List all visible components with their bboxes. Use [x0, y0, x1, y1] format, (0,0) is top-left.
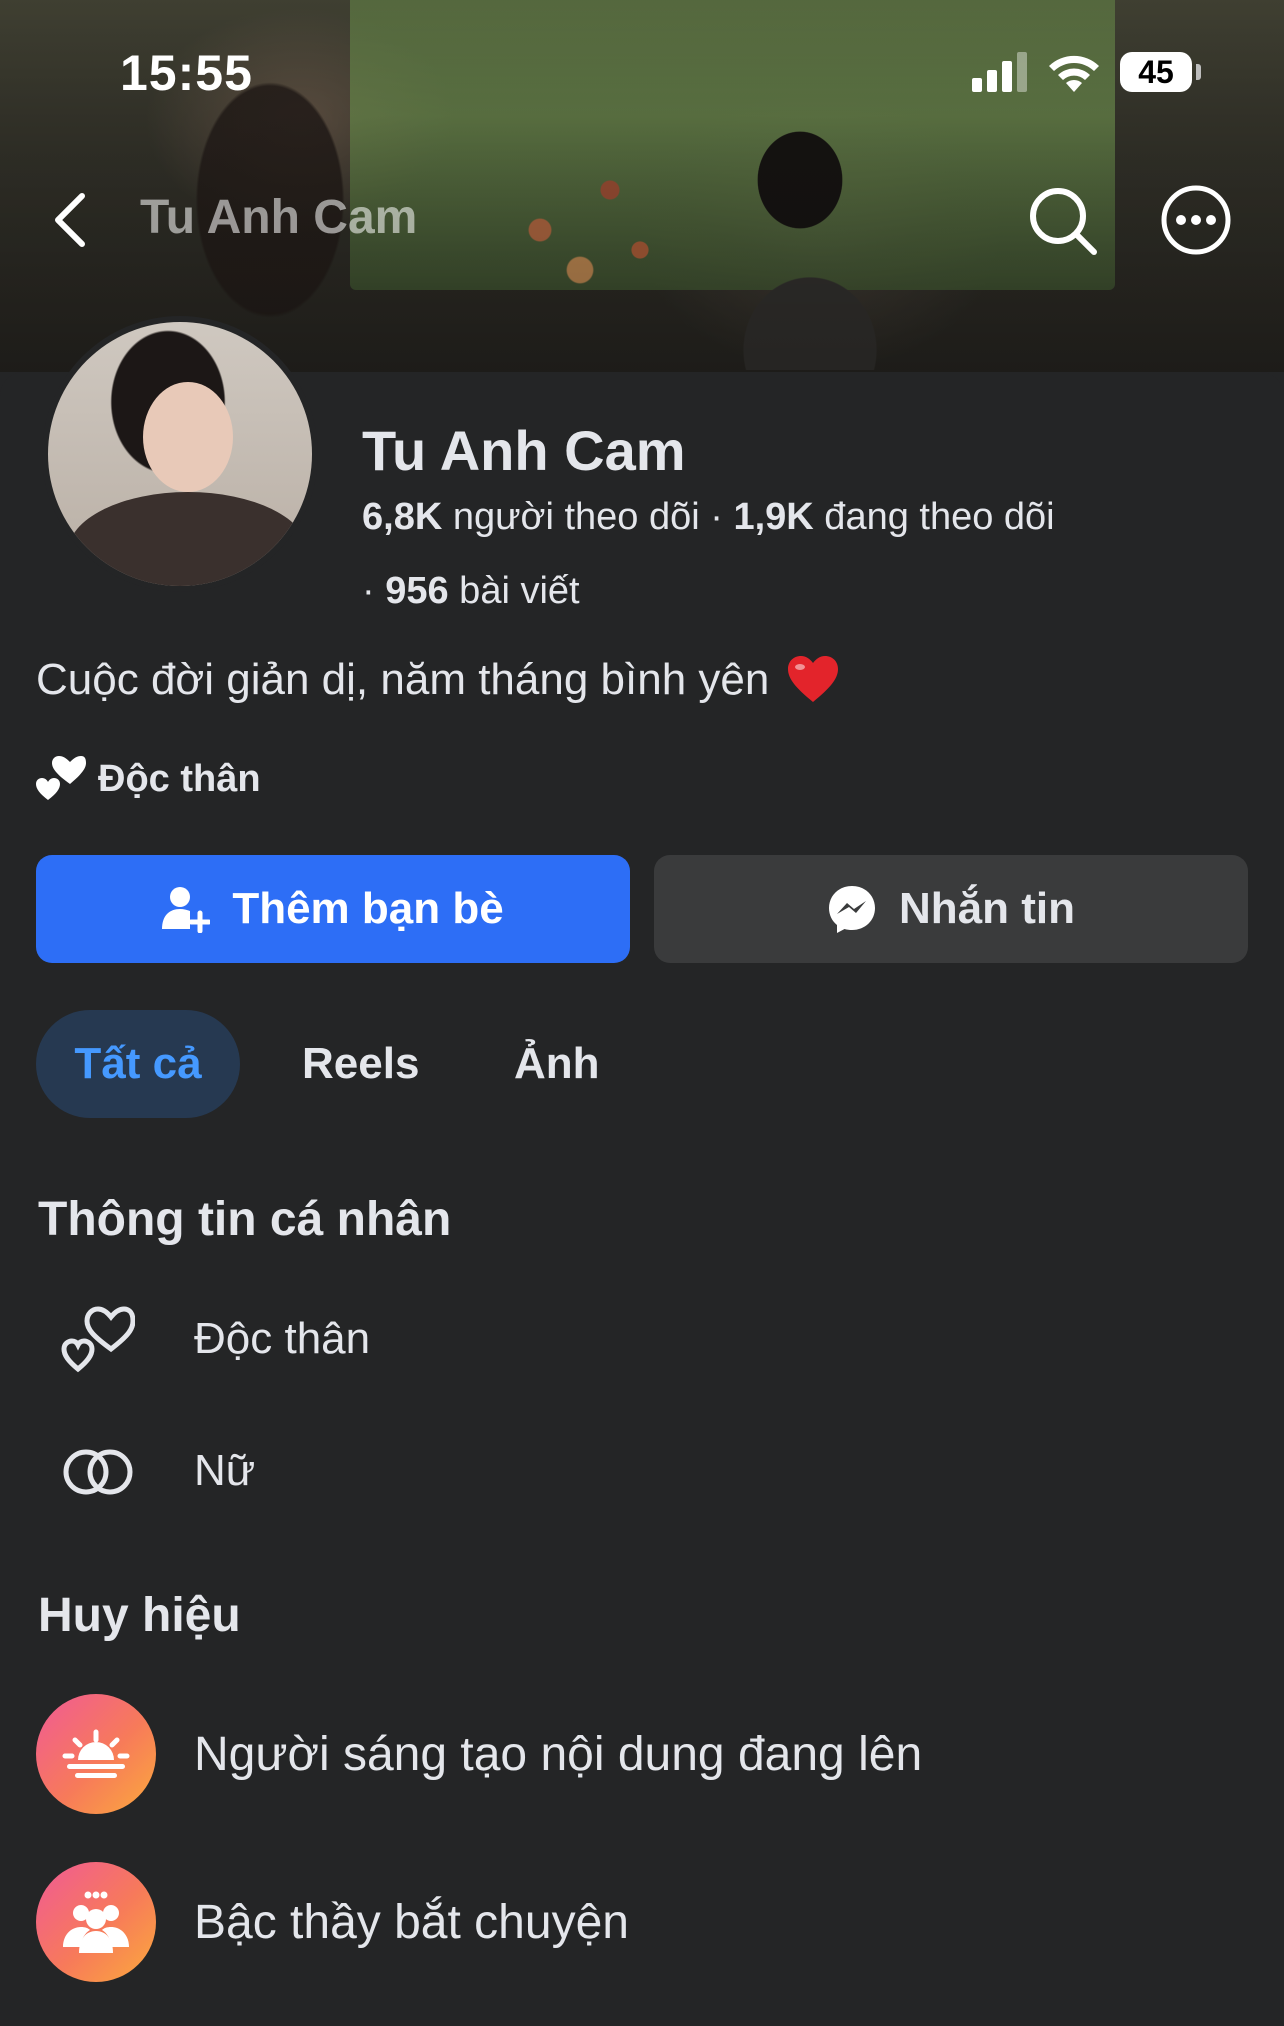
gender-icon — [63, 1449, 133, 1495]
sunrise-icon — [62, 1729, 130, 1778]
info-gender-text: Nữ — [194, 1446, 256, 1495]
posts-prefix: · — [362, 570, 386, 612]
hearts-icon — [36, 756, 86, 800]
profile-name: Tu Anh Cam — [362, 419, 686, 482]
message-button[interactable]: Nhắn tin — [654, 855, 1248, 963]
posts-label: bài viết — [448, 570, 580, 612]
badges-title: Huy hiệu — [38, 1589, 241, 1642]
add-friend-label: Thêm bạn bè — [232, 884, 504, 933]
relationship-status: Độc thân — [36, 756, 261, 802]
bio-text: Cuộc đời giản dị, năm tháng bình yên — [36, 655, 770, 704]
battery-icon: 45 — [1120, 52, 1192, 92]
cellular-signal-icon — [972, 52, 1027, 92]
following-count[interactable]: 1,9K — [733, 496, 813, 538]
posts-count: 956 — [385, 570, 449, 612]
info-row-relationship: Độc thân — [58, 1300, 370, 1380]
red-heart-icon — [787, 656, 838, 702]
badge-rising-creator-text: Người sáng tạo nội dung đang lên — [194, 1727, 923, 1781]
search-icon[interactable] — [1024, 182, 1100, 258]
tab-all[interactable]: Tất cả — [36, 1010, 240, 1118]
add-friend-icon — [162, 887, 211, 933]
profile-avatar[interactable] — [42, 316, 318, 592]
status-time: 15:55 — [120, 45, 253, 101]
nav-title: Tu Anh Cam — [140, 191, 418, 244]
add-friend-button[interactable]: Thêm bạn bè — [36, 855, 630, 963]
more-options-icon[interactable] — [1158, 182, 1234, 258]
relationship-label: Độc thân — [98, 757, 261, 800]
messenger-icon — [829, 886, 875, 933]
personal-info-title: Thông tin cá nhân — [38, 1193, 452, 1246]
battery-level: 45 — [1138, 54, 1174, 90]
group-chat-icon — [63, 1891, 129, 1953]
info-row-gender: Nữ — [58, 1432, 255, 1512]
hearts-icon — [61, 1306, 135, 1373]
message-label: Nhắn tin — [899, 884, 1075, 933]
tab-photos[interactable]: Ảnh — [514, 1010, 600, 1118]
badge-conversation-starter-text: Bậc thầy bắt chuyện — [194, 1895, 629, 1949]
badge-rising-creator[interactable]: Người sáng tạo nội dung đang lên — [36, 1694, 922, 1814]
info-relationship-text: Độc thân — [194, 1314, 371, 1363]
wifi-icon — [1049, 55, 1099, 92]
posts-stats: · 956 bài viết — [362, 570, 580, 613]
badge-conversation-starter[interactable]: Bậc thầy bắt chuyện — [36, 1862, 629, 1982]
followers-label[interactable]: người theo dõi · — [442, 496, 733, 538]
back-arrow-icon[interactable] — [50, 190, 90, 250]
tab-reels[interactable]: Reels — [302, 1010, 419, 1118]
profile-bio: Cuộc đời giản dị, năm tháng bình yên — [36, 654, 840, 705]
followers-count[interactable]: 6,8K — [362, 496, 442, 538]
status-bar: 15:55 45 — [0, 0, 1284, 140]
follow-stats: 6,8K người theo dõi · 1,9K đang theo dõi — [362, 496, 1055, 539]
following-label[interactable]: đang theo dõi — [814, 496, 1054, 538]
